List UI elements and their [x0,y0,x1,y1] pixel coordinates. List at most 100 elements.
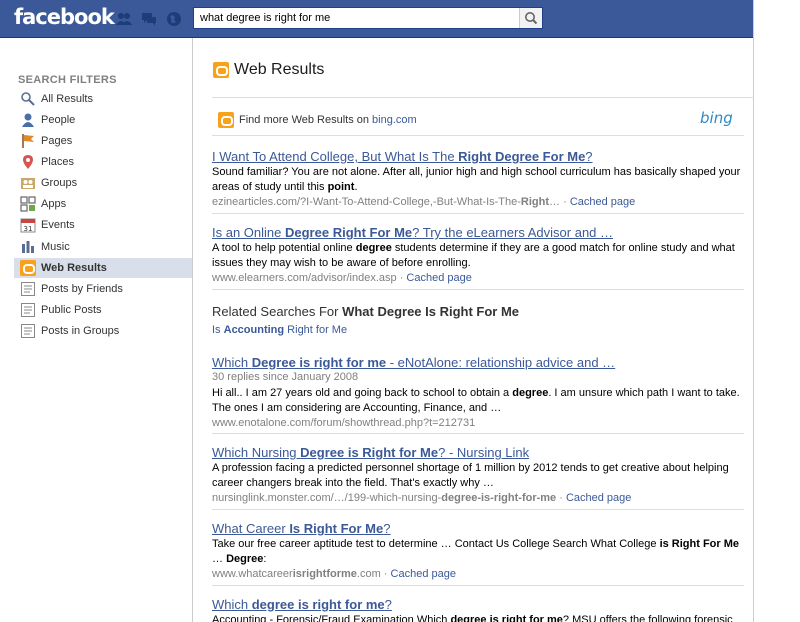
search-icon [525,12,538,25]
text-segment: What Career [212,521,290,536]
result-title-link[interactable]: Which degree is right for me? [212,597,744,612]
related-searches-heading: Related Searches For What Degree Is Righ… [212,304,519,319]
text-segment: Hi all.. I am 27 years old and going bac… [212,387,513,399]
divider [212,289,744,290]
magnifier-icon [20,91,36,107]
posts-icon [20,302,36,318]
related-link-bold: Accounting [223,324,285,336]
result-title-link[interactable]: Which Nursing Degree is Right for Me? - … [212,445,744,460]
text-segment: .com [356,568,381,580]
result-title-link[interactable]: Is an Online Degree Right For Me? Try th… [212,225,744,240]
result-snippet: Sound familiar? You are not alone. After… [212,165,744,195]
result-title-link[interactable]: What Career Is Right For Me? [212,521,744,536]
filter-web-results[interactable]: Web Results [14,258,192,278]
text-segment: nursinglink.monster.com/…/199-which-nurs… [212,492,442,504]
result-url: www.elearners.com/advisor/index.asp · Ca… [212,271,744,286]
cached-page-link[interactable]: Cached page [391,568,456,580]
map-pin-icon [20,154,36,170]
separator-dot: · [556,492,566,504]
result-url: www.whatcareerisrightforme.com · Cached … [212,567,744,582]
text-segment: - eNotAlone: relationship advice and … [386,355,616,370]
search-result: Is an Online Degree Right For Me? Try th… [212,225,744,286]
search-button[interactable] [519,8,542,28]
highlight-text: Degree Right For Me [285,225,413,240]
search-input[interactable] [194,8,519,28]
highlight-text: degree is right for me [251,597,385,612]
messages-icon[interactable] [141,11,157,27]
related-search-link[interactable]: Is Accounting Right for Me [212,324,347,336]
top-bar: facebook [0,0,753,38]
flag-icon [20,133,36,149]
filter-people[interactable]: People [14,110,192,130]
filter-pages[interactable]: Pages [14,131,192,151]
divider [212,135,744,136]
text-segment: www.whatcareer [212,568,293,580]
text-segment: A tool to help potential online [212,242,356,254]
text-segment: ? Try the eLearners Advisor and … [412,225,614,240]
music-icon [20,239,36,255]
divider [212,433,744,434]
web-results-header: Web Results [213,61,324,79]
text-segment: ? [384,597,392,612]
related-link-text: Right for Me [284,324,348,336]
text-segment: ? [383,521,391,536]
filter-events[interactable]: 31 Events [14,215,192,235]
find-more-row: Find more Web Results on bing.com [218,112,417,128]
result-url: www.enotalone.com/forum/showthread.php?t… [212,416,744,431]
filter-places[interactable]: Places [14,152,192,172]
cached-page-link[interactable]: Cached page [406,272,471,284]
highlight-text: degree-is-right-for-me [441,492,557,504]
text-segment: I Want To Attend College, But What Is Th… [212,149,459,164]
text-segment: Which [212,597,252,612]
filter-music[interactable]: Music [14,237,192,257]
search-result: Which degree is right for me? Accounting … [212,597,744,622]
highlight-text: point [327,181,355,193]
text-segment: Is an Online [212,225,285,240]
text-segment: … [212,553,227,565]
cached-page-link[interactable]: Cached page [570,196,635,208]
result-snippet: A tool to help potential online degree s… [212,241,744,271]
bing-icon [20,260,36,276]
related-link-text: Is [212,324,224,336]
filter-posts-by-friends[interactable]: Posts by Friends [14,279,192,299]
highlight-text: degree is right for me [450,614,563,622]
filter-public-posts[interactable]: Public Posts [14,300,192,320]
text-segment: ? MSU offers the following forensic [562,614,733,622]
highlight-text: Is Right For Me [289,521,384,536]
filter-label: Places [41,156,75,168]
calendar-icon: 31 [20,217,36,233]
filter-groups[interactable]: Groups [14,173,192,193]
filter-label: Groups [41,177,78,189]
notifications-globe-icon[interactable] [166,11,182,27]
filter-posts-in-groups[interactable]: Posts in Groups [14,321,192,341]
search-result: Which Degree is right for me - eNotAlone… [212,355,744,431]
filter-label: Apps [41,198,67,210]
highlight-text: Degree [226,553,264,565]
result-url: nursinglink.monster.com/…/199-which-nurs… [212,491,744,506]
text-segment: ? [585,149,593,164]
facebook-logo[interactable]: facebook [14,5,115,29]
divider [212,585,744,586]
filter-label: All Results [41,93,93,105]
bing-link[interactable]: bing.com [372,114,417,126]
bing-logo[interactable]: bing [700,109,733,127]
separator-dot: · [380,568,391,580]
bing-icon [218,112,234,128]
result-title-link[interactable]: I Want To Attend College, But What Is Th… [212,149,744,164]
person-icon [20,112,36,128]
result-url: ezinearticles.com/?I-Want-To-Attend-Coll… [212,195,744,210]
result-title-link[interactable]: Which Degree is right for me - eNotAlone… [212,355,744,370]
cached-page-link[interactable]: Cached page [566,492,631,504]
filter-apps[interactable]: Apps [14,194,192,214]
friend-requests-icon[interactable] [116,11,132,27]
filter-all-results[interactable]: All Results [14,89,192,109]
text-segment: Which Nursing [212,445,301,460]
filter-label: Posts by Friends [41,283,123,295]
text-segment: A profession facing a predicted personne… [212,462,729,489]
filter-label: People [41,114,76,126]
page-title: Web Results [234,61,325,78]
highlight-text: Degree is Right for Me [300,445,439,460]
search-result: What Career Is Right For Me? Take our fre… [212,521,744,582]
find-more-text: Find more Web Results on [239,114,370,126]
text-segment: ? - Nursing Link [438,445,530,460]
